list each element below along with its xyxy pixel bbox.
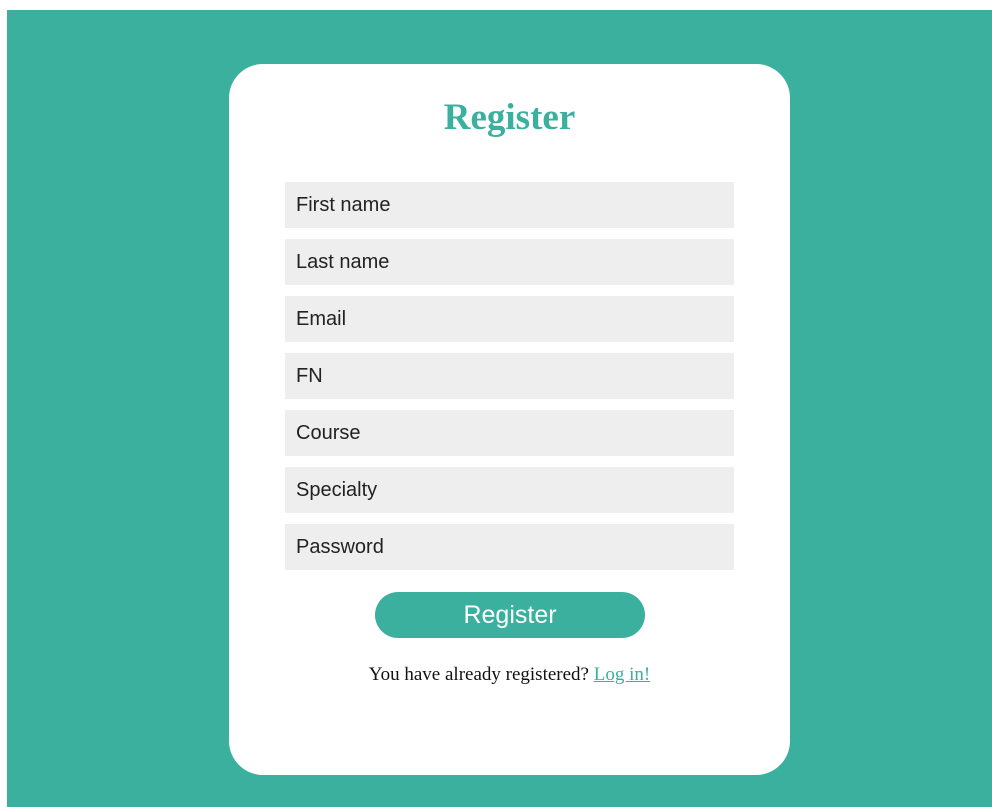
specialty-input[interactable] [285, 467, 734, 513]
course-input[interactable] [285, 410, 734, 456]
first-name-input[interactable] [285, 182, 734, 228]
last-name-input[interactable] [285, 239, 734, 285]
login-link[interactable]: Log in! [594, 664, 650, 685]
login-prompt: You have already registered? Log in! [229, 664, 790, 686]
password-input[interactable] [285, 524, 734, 570]
register-card: Register Register You have already regis… [229, 64, 790, 775]
page-title: Register [443, 97, 576, 138]
page-background: Register Register You have already regis… [7, 10, 992, 807]
register-button[interactable]: Register [375, 592, 645, 638]
login-prompt-text: You have already registered? [368, 664, 589, 685]
fn-input[interactable] [285, 353, 734, 399]
email-input[interactable] [285, 296, 734, 342]
